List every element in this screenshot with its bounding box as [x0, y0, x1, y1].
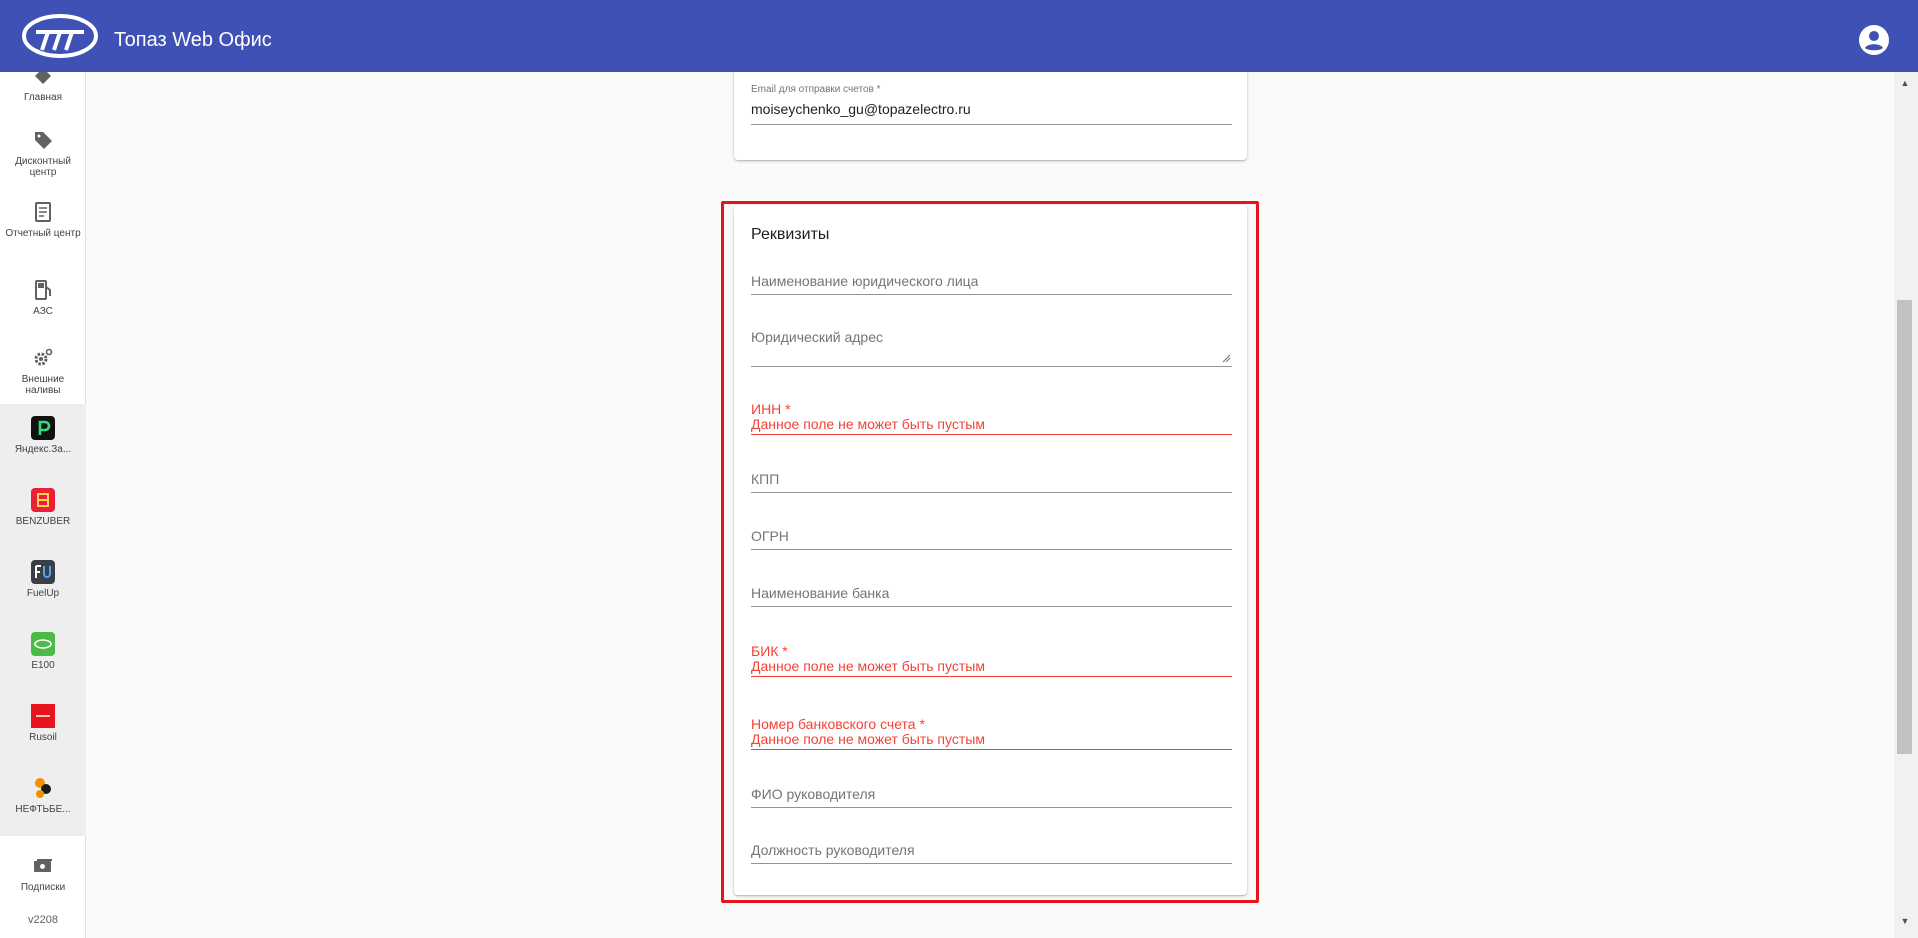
app-title: Топаз Web Офис [114, 29, 272, 51]
sidebar-item-benzuber[interactable]: BENZUBER [0, 488, 86, 527]
sidebar-item-label: Дисконтный центр [15, 156, 71, 178]
report-icon [35, 202, 51, 222]
scroll-down-arrow-icon[interactable]: ▼ [1898, 914, 1912, 928]
sidebar-item-label: АЗС [33, 306, 53, 317]
account-circle-icon[interactable] [1858, 24, 1890, 56]
sidebar-item-label: Подписки [20, 882, 66, 893]
sidebar-item-e100[interactable]: E100 [0, 632, 86, 671]
sidebar-item-discount-center[interactable]: Дисконтный центр [0, 128, 86, 178]
app-bar: Топаз Web Офис [0, 0, 1918, 72]
scroll-up-arrow-icon[interactable]: ▲ [1898, 76, 1912, 90]
app-version: v2208 [28, 914, 58, 926]
fuelup-icon [31, 560, 55, 584]
sidebar-item-label: Rusoil [29, 732, 57, 743]
rusoil-icon [31, 704, 55, 728]
sidebar-item-label: Отчетный центр [5, 228, 81, 239]
email-field-underline [751, 124, 1232, 125]
sidebar-item-subscriptions[interactable]: Подписки [0, 854, 86, 893]
sidebar: Главная Дисконтный центр Отчетный центр … [0, 68, 86, 938]
benzuber-icon [31, 488, 55, 512]
email-card: Email для отправки счетов * moiseychenko… [734, 60, 1247, 160]
sidebar-item-fuelup[interactable]: FuelUp [0, 560, 86, 599]
sidebar-item-label: Главная [23, 92, 63, 103]
email-field[interactable]: Email для отправки счетов * moiseychenko… [751, 84, 1232, 125]
sidebar-item-label: FuelUp [26, 588, 60, 599]
highlight-frame [721, 201, 1259, 903]
integrations-group [0, 404, 86, 836]
email-field-value[interactable]: moiseychenko_gu@topazelectro.ru [751, 101, 971, 117]
sidebar-item-neftbe[interactable]: НЕФТЬБЕ... [0, 776, 86, 815]
fuel-station-icon [35, 280, 51, 300]
sidebar-item-yandex-zapravki[interactable]: Яндекс.За... [0, 416, 86, 455]
neftbe-icon [35, 778, 51, 798]
sidebar-item-label: BENZUBER [15, 516, 71, 527]
sidebar-item-label: Внешние наливы [21, 374, 65, 396]
scrollbar-thumb[interactable] [1897, 300, 1912, 754]
subscriptions-icon [34, 859, 52, 872]
sidebar-item-external-fills[interactable]: Внешние наливы [0, 346, 86, 396]
sidebar-item-label: НЕФТЬБЕ... [15, 804, 71, 815]
topaz-logo-icon[interactable] [22, 14, 98, 58]
sidebar-item-label: E100 [31, 660, 55, 671]
sidebar-item-label: Яндекс.За... [14, 444, 72, 455]
sidebar-item-report-center[interactable]: Отчетный центр [0, 200, 86, 239]
tag-icon [35, 132, 52, 149]
sidebar-item-azs[interactable]: АЗС [0, 278, 86, 317]
gears-icon [34, 348, 53, 366]
yandex-zapravki-icon [31, 416, 55, 440]
sidebar-item-rusoil[interactable]: Rusoil [0, 704, 86, 743]
email-field-label: Email для отправки счетов * [751, 84, 881, 95]
e100-icon [31, 632, 55, 656]
